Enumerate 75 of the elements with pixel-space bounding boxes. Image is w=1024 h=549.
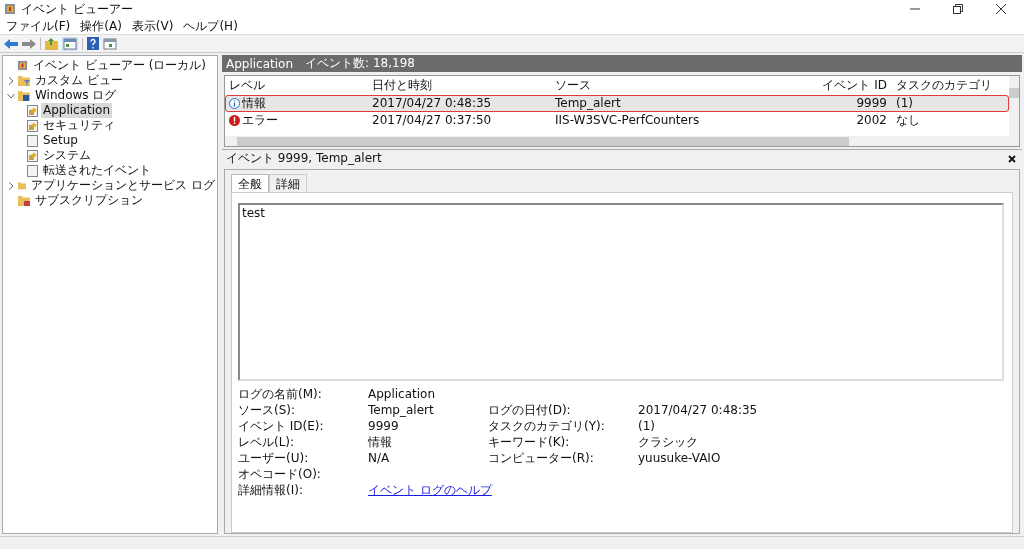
column-header[interactable]: 日付と時刻 [369,78,552,93]
field-value: 9999 [368,419,399,434]
horizontal-scrollbar[interactable] [225,136,1009,146]
field-value: 2017/04/27 0:48:35 [638,403,758,418]
menu-item[interactable]: 表示(V) [131,17,174,35]
event-row[interactable]: エラー 2017/04/27 0:37:50 IIS-W3SVC-PerfCounters 2002 なし [225,112,1009,129]
field-label: ログの日付(D): [488,403,571,418]
action-pane-icon[interactable] [103,37,117,50]
console-tree-icon[interactable] [62,36,78,51]
vertical-scrollbar[interactable] [1009,76,1019,146]
tree-item[interactable]: システム [41,148,93,163]
field-label: オペコード(O): [238,467,321,482]
table-cell-text: 2002 [855,113,888,128]
menu-item[interactable]: 操作(A) [80,17,122,35]
tree-item[interactable]: アプリケーションとサービス ログ [29,178,217,193]
tree-item[interactable]: イベント ビューアー (ローカル) [31,58,208,73]
message-field[interactable]: test [238,203,1004,381]
tree-item[interactable]: サブスクリプション [33,193,145,208]
log-name: Application [226,56,294,71]
column-header[interactable]: レベル [226,78,369,93]
field-label: イベント ID(E): [238,419,324,434]
column-header[interactable]: タスクのカテゴリ [893,78,1008,93]
event-detail-title: イベント 9999, Temp_alert [226,150,382,167]
event-viewer-icon [4,3,16,15]
close-icon[interactable] [996,4,1006,14]
table-cell-text: 9999 [855,96,888,111]
tree-item[interactable]: カスタム ビュー [33,73,125,88]
field-label: 詳細情報(I): [238,483,303,498]
field-label: コンピューター(R): [488,451,594,466]
tab[interactable]: 詳細 [269,174,307,192]
table-cell-text: なし [895,113,921,128]
chevron-down-icon[interactable] [7,92,15,99]
event-count: イベント数: 18,198 [305,55,415,72]
folder-up-icon[interactable] [45,37,58,50]
column-header[interactable]: ソース [552,78,735,93]
field-label: キーワード(K): [488,435,570,450]
field-value: Application [368,387,436,402]
restore-icon[interactable] [953,4,963,14]
tree-item[interactable]: Windows ログ [33,88,119,103]
field-value: (1) [638,419,655,434]
chevron-right-icon[interactable] [7,76,15,85]
field-value: yuusuke-VAIO [638,451,721,466]
field-label: レベル(L): [238,435,295,450]
field-label: ソース(S): [238,403,296,418]
level-text: エラー [242,113,278,128]
column-header[interactable]: イベント ID [735,78,893,93]
tree-item[interactable]: セキュリティ [41,118,117,133]
table-cell-text: 2017/04/27 0:48:35 [371,96,493,111]
field-value: クラシック [638,435,698,450]
field-value: 情報 [368,435,392,450]
close-icon[interactable] [1008,154,1016,163]
tree-item[interactable]: Setup [41,133,80,148]
back-icon[interactable] [4,37,18,50]
tree-item[interactable]: Application [41,103,113,118]
event-row[interactable]: 情報 2017/04/27 0:48:35 Temp_alert 9999 (1) [225,95,1009,112]
field-value: N/A [368,451,390,466]
tab[interactable]: 全般 [231,174,269,192]
level-text: 情報 [242,96,266,111]
help-icon[interactable] [87,37,99,50]
window-title: イベント ビューアー [21,0,133,18]
event-viewer-icon [17,60,28,71]
table-cell-text: 2017/04/27 0:37:50 [371,113,493,128]
field-value: Temp_alert [368,403,434,418]
menu-item[interactable]: ヘルプ(H) [183,17,238,35]
help-link[interactable]: イベント ログのヘルプ [368,483,492,498]
forward-icon[interactable] [22,37,36,50]
table-cell-text: Temp_alert [554,96,622,111]
field-label: ユーザー(U): [238,451,309,466]
field-label: ログの名前(M): [238,387,322,402]
chevron-right-icon[interactable] [7,181,15,190]
tree-item[interactable]: 転送されたイベント [41,163,153,178]
menu-item[interactable]: ファイル(F) [6,17,71,35]
table-cell-text: (1) [895,96,914,111]
field-label: タスクのカテゴリ(Y): [488,419,605,434]
table-cell-text: IIS-W3SVC-PerfCounters [554,113,701,128]
